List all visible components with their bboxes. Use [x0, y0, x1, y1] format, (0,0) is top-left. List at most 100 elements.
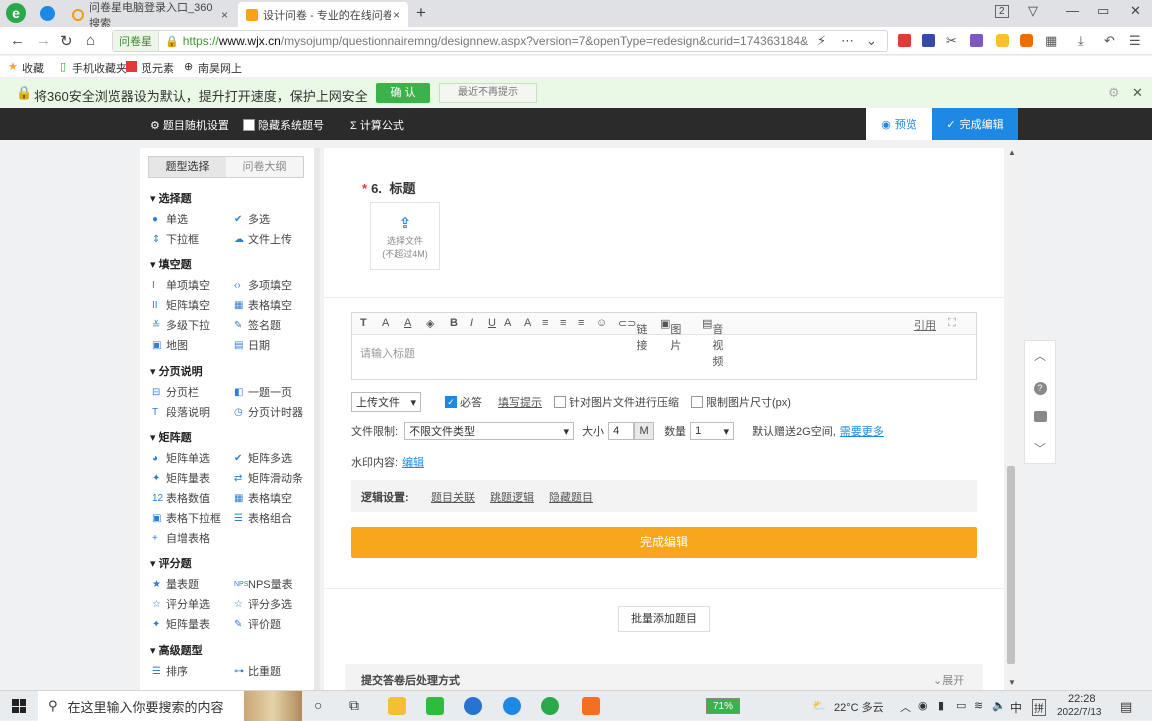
- type-matrix-fill[interactable]: II 矩阵填空: [152, 297, 210, 313]
- title-input[interactable]: 请输入标题: [360, 345, 415, 361]
- tab-question-types[interactable]: 题型选择: [149, 157, 226, 177]
- type-cascade-dropdown[interactable]: ≚ 多级下拉: [152, 317, 210, 333]
- count-select[interactable]: 1 ▾: [690, 422, 735, 440]
- scroll-thumb[interactable]: [1007, 466, 1015, 664]
- limit-size-checkbox[interactable]: [691, 396, 703, 408]
- video-button[interactable]: ▤ 音视频: [702, 317, 723, 368]
- type-sort[interactable]: ☰ 排序: [152, 663, 188, 679]
- highlight-icon[interactable]: ◈: [426, 317, 434, 330]
- forward-icon[interactable]: →: [36, 32, 51, 49]
- random-settings-button[interactable]: ⚙ 题目随机设置: [150, 117, 229, 133]
- italic-icon[interactable]: I: [470, 317, 473, 329]
- reload-icon[interactable]: ↻: [60, 32, 73, 50]
- jump-logic-link[interactable]: 跳题逻辑: [490, 489, 534, 505]
- confirm-button[interactable]: 确 认: [376, 83, 430, 103]
- type-table-fill[interactable]: ▦ 表格填空: [234, 297, 292, 313]
- align-right-icon[interactable]: ≡: [578, 317, 584, 329]
- type-table-fill-2[interactable]: ▦ 表格填空: [234, 490, 292, 506]
- tab-outline[interactable]: 问卷大纲: [226, 157, 303, 177]
- scroll-up-icon[interactable]: ▲: [1008, 148, 1016, 157]
- more-icon[interactable]: ⋯: [841, 33, 854, 49]
- type-weight[interactable]: ⊶ 比重题: [234, 663, 281, 679]
- clock-date[interactable]: 2022/7/13: [1057, 707, 1102, 718]
- need-more-link[interactable]: 需要更多: [840, 423, 884, 439]
- main-scrollbar[interactable]: ▲ ▼: [1006, 148, 1016, 690]
- submit-handling-section[interactable]: 提交答卷后处理方式 ⌄展开: [345, 664, 983, 690]
- hide-number-checkbox[interactable]: [243, 119, 255, 131]
- type-single-choice[interactable]: ● 单选: [152, 211, 188, 227]
- battery-indicator[interactable]: 71%: [706, 698, 740, 714]
- undo-icon[interactable]: ↶: [1104, 33, 1115, 49]
- xmind-icon[interactable]: [582, 697, 600, 715]
- type-matrix-single[interactable]: ◕ 矩阵单选: [152, 450, 210, 466]
- type-multi-choice[interactable]: ✔ 多选: [234, 211, 270, 227]
- close-tab-icon[interactable]: ×: [393, 8, 400, 22]
- home-icon[interactable]: ⌂: [86, 32, 95, 49]
- font-style-icon[interactable]: A: [382, 317, 389, 329]
- tray-icon[interactable]: ◉: [918, 699, 928, 712]
- type-one-per-page[interactable]: ◧ 一题一页: [234, 384, 292, 400]
- maximize-icon[interactable]: ▭: [1097, 3, 1109, 19]
- emoji-icon[interactable]: ☺: [596, 317, 607, 329]
- type-auto-table[interactable]: + 自增表格: [152, 530, 210, 546]
- 360-browser-icon[interactable]: [541, 697, 559, 715]
- expand-button[interactable]: ⌄展开: [933, 672, 964, 688]
- extension-icon[interactable]: [970, 34, 983, 47]
- type-matrix-scale-2[interactable]: ✦ 矩阵量表: [152, 616, 210, 632]
- type-matrix-scale[interactable]: ✦ 矩阵量表: [152, 470, 210, 486]
- cortana-icon[interactable]: ○: [314, 697, 322, 713]
- close-icon[interactable]: ✕: [1132, 85, 1143, 101]
- type-page-break[interactable]: ⊟ 分页栏: [152, 384, 199, 400]
- tray-up-icon[interactable]: ︿: [900, 699, 911, 715]
- type-matrix-slider[interactable]: ⇄ 矩阵滑动条: [234, 470, 303, 486]
- file-upload-box[interactable]: ⇪ 选择文件 (不超过4M): [370, 202, 440, 270]
- windows-start-icon[interactable]: [12, 699, 26, 713]
- preview-button[interactable]: ◉ 预览: [866, 108, 932, 140]
- close-tab-icon[interactable]: ×: [221, 8, 228, 22]
- subscript-icon[interactable]: A: [524, 317, 531, 329]
- type-signature[interactable]: ✎ 签名题: [234, 317, 281, 333]
- bookmark-favorites[interactable]: 收藏: [22, 60, 44, 76]
- section-choice[interactable]: ▾ 选择题: [150, 190, 192, 206]
- superscript-icon[interactable]: A: [504, 317, 511, 329]
- section-rating[interactable]: ▾ 评分题: [150, 555, 192, 571]
- required-checkbox[interactable]: ✓: [445, 396, 457, 408]
- file-type-select[interactable]: 不限文件类型 ▾: [404, 422, 575, 440]
- extension-icon[interactable]: [922, 34, 935, 47]
- kuwo-icon[interactable]: [464, 697, 482, 715]
- hide-number-toggle[interactable]: 隐藏系统题号: [243, 117, 324, 133]
- type-rating-multi[interactable]: ☆ 评分多选: [234, 596, 292, 612]
- question-type-select[interactable]: 上传文件 ▾: [351, 392, 421, 412]
- download-icon[interactable]: ⤓: [1078, 33, 1084, 49]
- section-page[interactable]: ▾ 分页说明: [150, 363, 203, 379]
- question-association-link[interactable]: 题目关联: [431, 489, 475, 505]
- formula-button[interactable]: Σ 计算公式: [350, 117, 404, 133]
- iqiyi-icon[interactable]: [426, 697, 444, 715]
- lightning-icon[interactable]: ⚡: [817, 33, 826, 49]
- task-view-icon[interactable]: ⧉: [349, 697, 359, 714]
- send-icon[interactable]: [40, 6, 55, 21]
- section-advanced[interactable]: ▾ 高级题型: [150, 642, 203, 658]
- type-paragraph[interactable]: T 段落说明: [152, 404, 210, 420]
- type-rating-single[interactable]: ☆ 评分单选: [152, 596, 210, 612]
- help-icon[interactable]: ?: [1025, 372, 1055, 403]
- wifi-icon[interactable]: ≋: [974, 699, 983, 712]
- file-explorer-icon[interactable]: [388, 697, 406, 715]
- feedback-icon[interactable]: [1025, 403, 1055, 434]
- type-date[interactable]: ▤ 日期: [234, 337, 270, 353]
- type-multi-fill[interactable]: ‹› 多项填空: [234, 277, 292, 293]
- close-window-icon[interactable]: ✕: [1130, 3, 1141, 19]
- align-center-icon[interactable]: ≡: [560, 317, 566, 329]
- align-left-icon[interactable]: ≡: [542, 317, 548, 329]
- scroll-top-icon[interactable]: ︿: [1025, 341, 1055, 372]
- finish-editing-button[interactable]: ✓ 完成编辑: [932, 108, 1018, 140]
- type-table-dropdown[interactable]: ▣ 表格下拉框: [152, 510, 221, 526]
- type-review[interactable]: ✎ 评价题: [234, 616, 281, 632]
- batch-add-button[interactable]: 批量添加题目: [618, 606, 710, 632]
- tab-design[interactable]: 设计问卷 - 专业的在线问卷 ×: [238, 2, 408, 27]
- ie-icon[interactable]: [503, 697, 521, 715]
- section-matrix[interactable]: ▾ 矩阵题: [150, 429, 192, 445]
- fullscreen-icon[interactable]: ⛶: [948, 317, 956, 330]
- type-map[interactable]: ▣ 地图: [152, 337, 188, 353]
- image-button[interactable]: ▣ 图片: [660, 317, 681, 352]
